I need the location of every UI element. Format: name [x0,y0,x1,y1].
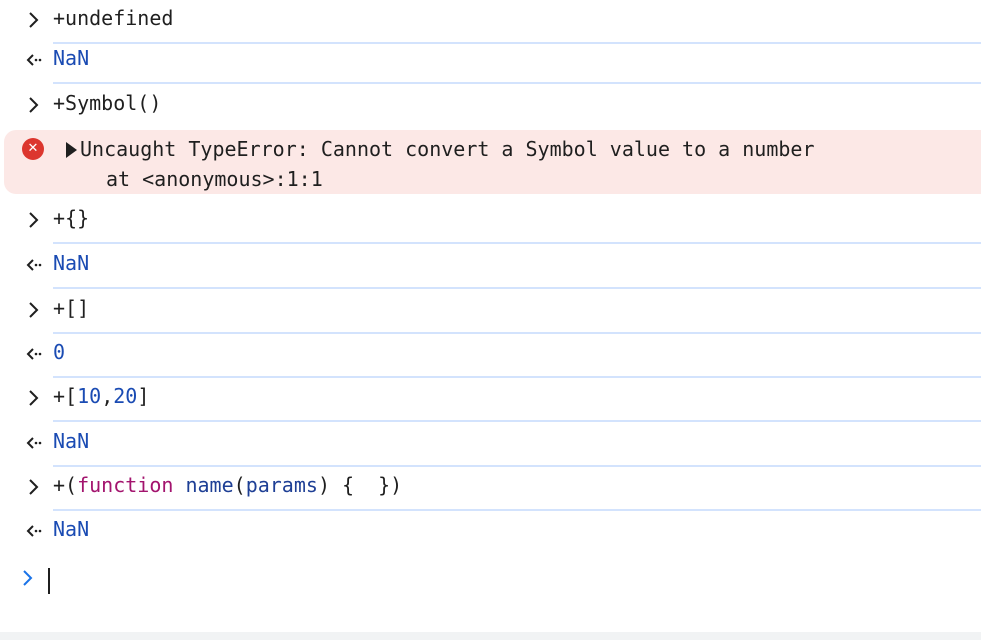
console-output-row: NaN [0,423,981,467]
input-chevron-icon [29,12,39,28]
console-input-text[interactable]: +(function name(params) { }) [53,473,402,497]
output-arrow-icon [26,54,42,66]
console-output-value: NaN [53,517,90,541]
console-output-value: NaN [53,251,90,275]
expand-triangle-icon[interactable] [66,142,77,158]
code-token: ( [233,473,246,497]
console-input-row: +(function name(params) { }) [0,467,981,511]
console-input-row: +[10,20] [0,378,981,422]
console-output-value: 0 [53,340,66,364]
console-input-text[interactable]: +[10,20] [53,384,149,408]
console-input-text[interactable]: +Symbol() [53,91,161,115]
code-number-token: 20 [113,384,138,408]
console-output-row: NaN [0,40,981,84]
code-param-token: params [245,473,318,497]
console-input-row: +undefined [0,0,981,44]
code-token: ) { }) [317,473,403,497]
code-token: +[ [53,384,78,408]
output-arrow-icon [26,259,42,271]
console-output-row: NaN [0,245,981,289]
text-caret [48,568,50,594]
code-token: +( [53,473,78,497]
console-output-value: NaN [53,429,90,453]
console-output-row: NaN [0,511,981,555]
code-token: ] [137,384,150,408]
code-token: , [101,384,114,408]
row-separator [53,82,981,84]
row-separator [53,287,981,289]
console-output-row: 0 [0,334,981,378]
devtools-console: +undefined NaN +Symbol() ✕ Uncaught Type… [0,0,981,632]
console-input-text[interactable]: +[] [53,296,89,320]
error-message-text: Uncaught TypeError: Cannot convert a Sym… [80,137,815,161]
input-chevron-icon [29,97,39,113]
console-output-value: NaN [53,46,90,70]
row-separator [53,242,981,244]
error-stack-text[interactable]: at <anonymous>:1:1 [106,167,323,191]
console-input-text[interactable]: +{} [53,206,89,230]
input-chevron-icon [29,212,39,228]
code-keyword-token: function [77,473,174,497]
console-input-row: +[] [0,290,981,334]
code-function-name-token: name [185,473,234,497]
prompt-chevron-icon [23,570,33,586]
input-chevron-icon [29,479,39,495]
console-bottom-bar [0,632,981,640]
output-arrow-icon [26,348,42,360]
code-number-token: 10 [77,384,102,408]
console-input-text[interactable]: +undefined [53,6,173,30]
console-input-row: +{} [0,200,981,244]
output-arrow-icon [26,525,42,537]
console-prompt[interactable] [0,560,981,600]
console-input-row: +Symbol() [0,85,981,129]
input-chevron-icon [29,390,39,406]
output-arrow-icon [26,437,42,449]
input-chevron-icon [29,302,39,318]
console-error-message: ✕ Uncaught TypeError: Cannot convert a S… [4,130,981,194]
error-x-icon: ✕ [22,138,44,160]
row-separator [53,420,981,422]
